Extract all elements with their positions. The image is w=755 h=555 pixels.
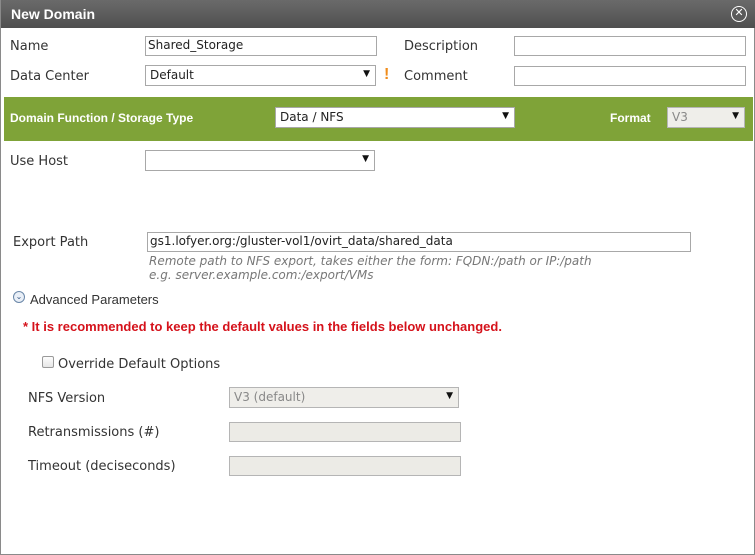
description-input[interactable] (514, 36, 746, 56)
export-path-hint: Remote path to NFS export, takes either … (149, 254, 592, 268)
name-input[interactable]: Shared_Storage (145, 36, 377, 56)
domain-function-label: Domain Function / Storage Type (10, 111, 194, 125)
format-label: Format (610, 111, 651, 125)
dialog-title-bar[interactable]: New Domain ✕ (1, 0, 755, 28)
retransmissions-label: Retransmissions (#) (28, 425, 160, 440)
data-center-label: Data Center (10, 69, 89, 84)
format-value: V3 (672, 110, 688, 124)
override-default-options-checkbox[interactable] (42, 356, 54, 368)
domain-function-select[interactable]: Data / NFS ▼ (275, 107, 515, 128)
use-host-label: Use Host (10, 154, 69, 169)
description-label: Description (404, 39, 479, 54)
expand-icon[interactable]: ⌄ (13, 291, 25, 303)
format-select[interactable]: V3 ▼ (667, 107, 745, 128)
chevron-down-icon: ▼ (446, 391, 453, 401)
warning-icon: ! (384, 66, 390, 83)
new-domain-dialog: New Domain ✕ Name Shared_Storage Descrip… (0, 0, 755, 555)
export-path-example: e.g. server.example.com:/export/VMs (149, 268, 374, 282)
domain-function-bar: Domain Function / Storage Type Data / NF… (4, 97, 753, 141)
timeout-label: Timeout (deciseconds) (28, 459, 176, 474)
nfs-version-value: V3 (default) (234, 390, 306, 404)
nfs-version-select[interactable]: V3 (default) ▼ (229, 387, 459, 408)
chevron-down-icon: ▼ (502, 111, 509, 121)
recommendation-warning: * It is recommended to keep the default … (23, 319, 502, 334)
dialog-title: New Domain (11, 6, 96, 22)
chevron-down-icon: ▼ (363, 69, 370, 79)
override-default-options-label[interactable]: Override Default Options (58, 357, 220, 372)
export-path-input[interactable]: gs1.lofyer.org:/gluster-vol1/ovirt_data/… (147, 232, 691, 252)
comment-input[interactable] (514, 66, 746, 86)
timeout-input[interactable] (229, 456, 461, 476)
nfs-version-label: NFS Version (28, 391, 106, 406)
domain-function-value: Data / NFS (280, 110, 344, 124)
retransmissions-input[interactable] (229, 422, 461, 442)
advanced-parameters-toggle[interactable]: Advanced Parameters (30, 292, 159, 307)
export-path-label: Export Path (13, 235, 89, 250)
close-icon[interactable]: ✕ (731, 6, 747, 22)
use-host-select[interactable]: ▼ (145, 150, 375, 171)
data-center-value: Default (150, 68, 194, 82)
comment-label: Comment (404, 69, 468, 84)
chevron-down-icon: ▼ (362, 154, 369, 164)
data-center-select[interactable]: Default ▼ (145, 65, 376, 86)
chevron-down-icon: ▼ (732, 111, 739, 121)
name-label: Name (10, 39, 49, 54)
